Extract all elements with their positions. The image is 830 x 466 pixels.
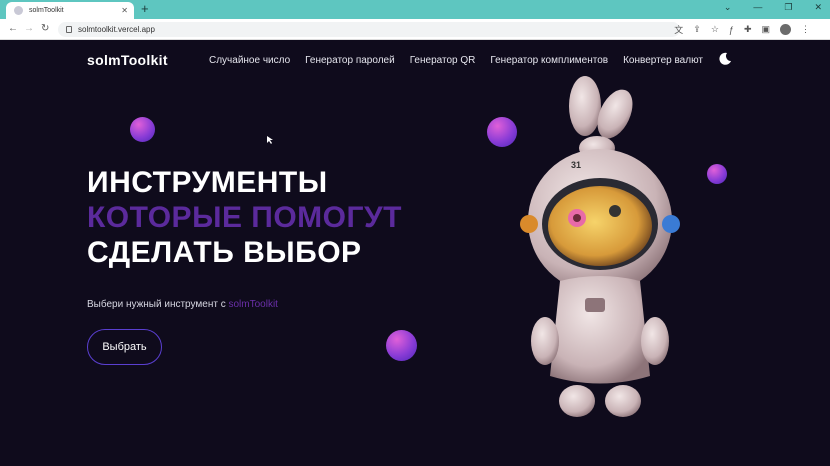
restore-button[interactable]: ❐	[784, 2, 792, 13]
hero-subtitle-brand: solmToolkit	[228, 299, 278, 310]
sidepanel-icon[interactable]: ▣	[761, 24, 770, 35]
hero-subtitle-text: Выбери нужный инструмент с	[87, 299, 229, 310]
hero-line-3: СДЕЛАТЬ ВЫБОР	[87, 236, 362, 269]
hero-line-1: ИНСТРУМЕНТЫ	[87, 166, 328, 199]
browser-tab[interactable]: solmToolkit ✕	[6, 2, 134, 19]
mascot-badge-number: 31	[571, 160, 581, 170]
address-bar[interactable]: solmtoolkit.vercel.app	[58, 22, 680, 37]
hero-subtitle: Выбери нужный инструмент с solmToolkit	[87, 299, 278, 310]
choose-button[interactable]: Выбрать	[87, 329, 162, 365]
profile-avatar[interactable]	[780, 24, 791, 35]
forward-button[interactable]: →	[24, 23, 34, 34]
close-window-button[interactable]: ✕	[814, 2, 822, 13]
moon-icon[interactable]	[718, 52, 732, 66]
nav-password-generator[interactable]: Генератор паролей	[305, 55, 395, 66]
decor-orb	[707, 164, 727, 184]
astronaut-mascot-image: 31	[520, 76, 680, 417]
hero-headline: ИНСТРУМЕНТЫ КОТОРЫЕ ПОМОГУТ СДЕЛАТЬ ВЫБО…	[87, 165, 402, 270]
main-nav: Случайное число Генератор паролей Генера…	[209, 55, 703, 66]
decor-orb	[386, 330, 417, 361]
decor-orb	[487, 117, 517, 147]
extension-toolbar: 文 ⇪ ☆ ƒ ✚ ▣ ⋮	[674, 23, 810, 36]
menu-icon[interactable]: ⋮	[801, 24, 810, 35]
url-text: solmtoolkit.vercel.app	[78, 25, 155, 34]
tab-title: solmToolkit	[29, 7, 64, 14]
tab-close-icon[interactable]: ✕	[121, 6, 128, 15]
window-controls: ⌄ — ❐ ✕	[724, 2, 822, 13]
star-icon[interactable]: ☆	[711, 24, 719, 35]
hero-line-2: КОТОРЫЕ ПОМОГУТ	[87, 201, 402, 234]
puzzle-icon[interactable]: ✚	[744, 24, 752, 35]
site-logo[interactable]: solmToolkit	[87, 52, 168, 68]
browser-tabbar: solmToolkit ✕ + ⌄ — ❐ ✕	[0, 0, 830, 19]
favicon-icon	[14, 6, 23, 15]
nav-compliment-generator[interactable]: Генератор комплиментов	[490, 55, 608, 66]
reload-button[interactable]: ↻	[41, 23, 49, 34]
tab-search-icon[interactable]: ⌄	[724, 2, 732, 13]
mouse-cursor-icon	[267, 136, 273, 144]
font-icon[interactable]: ƒ	[729, 25, 734, 35]
share-icon[interactable]: ⇪	[693, 24, 701, 35]
web-page: solmToolkit Случайное число Генератор па…	[0, 41, 830, 466]
translate-icon[interactable]: 文	[674, 23, 683, 36]
minimize-button[interactable]: —	[753, 2, 762, 13]
browser-toolbar: ← → ↻ solmtoolkit.vercel.app 文 ⇪ ☆ ƒ ✚ ▣…	[0, 19, 830, 40]
lock-icon[interactable]	[66, 26, 72, 33]
new-tab-button[interactable]: +	[141, 1, 149, 16]
back-button[interactable]: ←	[8, 23, 18, 34]
nav-currency-converter[interactable]: Конвертер валют	[623, 55, 703, 66]
decor-orb	[130, 117, 155, 142]
nav-qr-generator[interactable]: Генератор QR	[410, 55, 476, 66]
nav-random-number[interactable]: Случайное число	[209, 55, 290, 66]
